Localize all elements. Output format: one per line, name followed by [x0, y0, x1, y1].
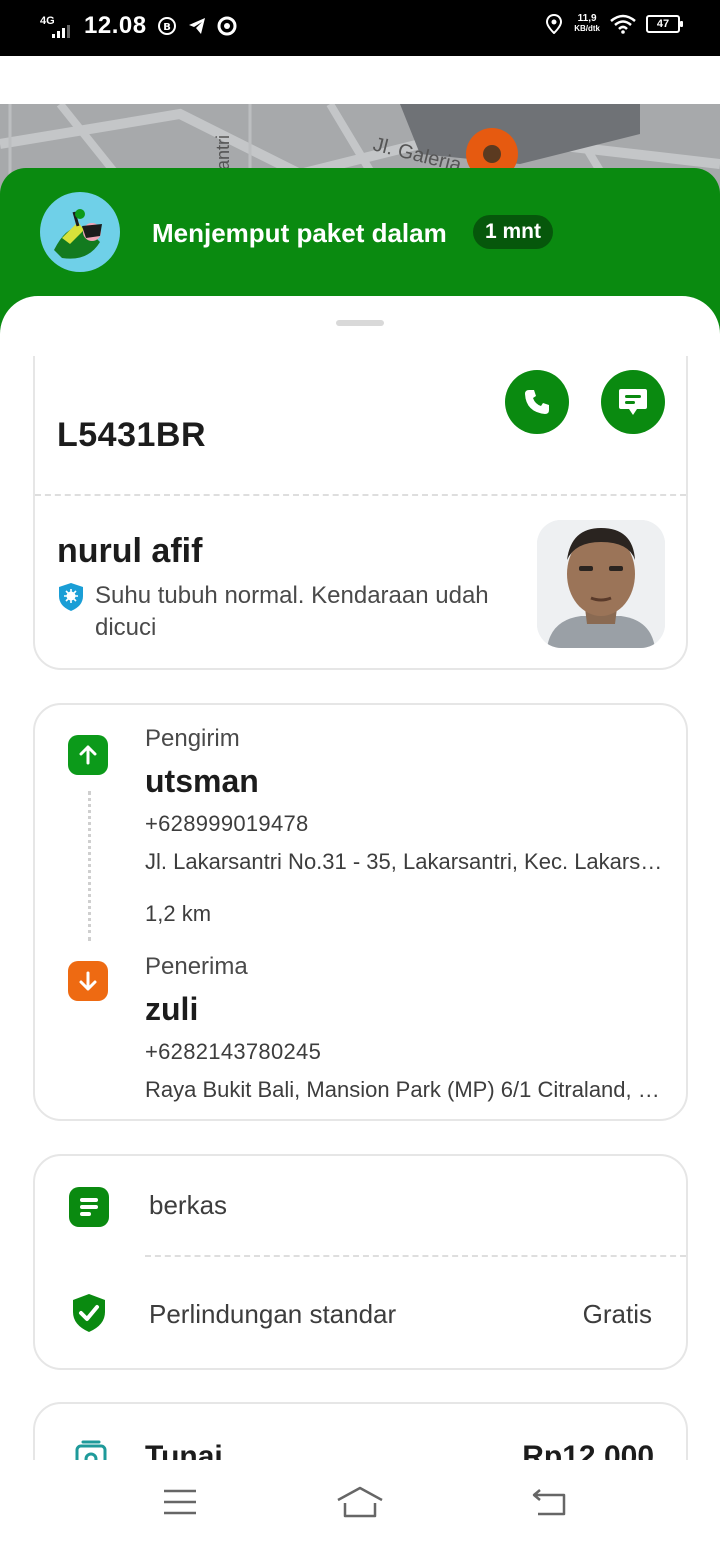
app-notification-icon	[217, 16, 237, 36]
eta-badge: 1 mnt	[473, 215, 554, 249]
sender-phone[interactable]: +628999019478	[145, 811, 309, 837]
divider	[145, 1255, 686, 1257]
courier-illustration	[40, 192, 120, 272]
protection-label: Perlindungan standar	[149, 1299, 397, 1329]
phone-icon	[525, 390, 549, 414]
divider	[35, 494, 686, 496]
health-note: Suhu tubuh normal. Kendaraan udah dicuci	[95, 582, 489, 641]
sheet-scroll-area[interactable]: L5431BR nurul afif Suhu tubuh normal. Ke…	[0, 356, 720, 1460]
sender-address: Jl. Lakarsantri No.31 - 35, Lakarsantri,…	[145, 849, 669, 874]
route-distance: 1,2 km	[145, 901, 212, 926]
wifi-icon	[610, 14, 636, 34]
svg-text:B: B	[163, 22, 171, 33]
route-card: Pengirim utsman +628999019478 Jl. Lakars…	[33, 703, 688, 1121]
shield-check-icon	[73, 1294, 105, 1332]
back-icon	[532, 1489, 566, 1516]
receiver-label: Penerima	[145, 953, 248, 980]
menu-nav-button[interactable]	[154, 1480, 206, 1524]
home-icon	[337, 1486, 383, 1518]
document-icon	[69, 1187, 109, 1227]
route-line	[88, 791, 91, 941]
receiver-name: zuli	[145, 991, 199, 1027]
back-nav-button[interactable]	[522, 1480, 574, 1524]
package-card: berkas Perlindungan standar Gratis	[33, 1154, 688, 1370]
menu-icon	[164, 1489, 196, 1515]
system-nav-bar	[0, 1460, 720, 1544]
driver-card: L5431BR nurul afif Suhu tubuh normal. Ke…	[33, 356, 688, 670]
driver-photo	[537, 520, 665, 648]
sheet-drag-handle[interactable]	[336, 320, 384, 326]
pickup-pin-icon	[68, 735, 108, 775]
protection-price: Gratis	[582, 1299, 652, 1329]
health-status: Suhu tubuh normal. Kendaraan udah dicuci	[57, 580, 517, 644]
receiver-address: Raya Bukit Bali, Mansion Park (MP) 6/1 C…	[145, 1077, 669, 1102]
battery-icon: 47	[646, 15, 683, 33]
driver-name: nurul afif	[57, 532, 203, 570]
chat-driver-button[interactable]	[601, 370, 665, 434]
shield-virus-icon	[59, 583, 83, 611]
bitcoin-notification-icon: B	[157, 17, 176, 35]
top-app-strip	[0, 56, 720, 104]
vehicle-plate: L5431BR	[57, 416, 207, 454]
payment-card: Tunai Rp12.000	[33, 1402, 688, 1460]
status-bar: 4G 12.08 B 11,9 KB/dtk 47	[0, 0, 720, 56]
receiver-phone[interactable]: +6282143780245	[145, 1039, 321, 1065]
package-item: berkas	[149, 1190, 228, 1220]
cash-icon	[75, 1440, 107, 1460]
cellular-signal-icon: 4G	[40, 13, 74, 39]
call-driver-button[interactable]	[505, 370, 569, 434]
banner-title: Menjemput paket dalam	[152, 218, 447, 248]
sender-label: Pengirim	[145, 725, 240, 752]
map-street-label: antri	[213, 134, 234, 171]
chat-icon	[619, 389, 647, 415]
sender-name: utsman	[145, 763, 259, 799]
dropoff-pin-icon	[68, 961, 108, 1001]
battery-level: 47	[656, 18, 670, 30]
clock: 12.08	[84, 12, 147, 39]
telegram-notification-icon	[188, 18, 205, 34]
home-nav-button[interactable]	[334, 1480, 386, 1524]
payment-method: Tunai	[145, 1440, 223, 1460]
network-speed: 11,9 KB/dtk	[574, 13, 600, 34]
location-icon	[546, 14, 563, 34]
order-detail-sheet[interactable]: L5431BR nurul afif Suhu tubuh normal. Ke…	[0, 296, 720, 1460]
payment-amount: Rp12.000	[522, 1440, 654, 1460]
